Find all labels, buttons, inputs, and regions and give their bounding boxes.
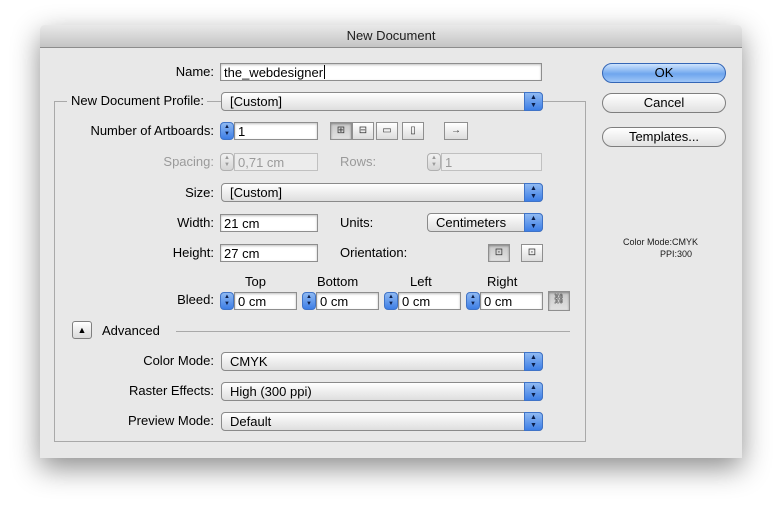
- artboards-label: Number of Artboards:: [90, 123, 214, 138]
- artboards-stepper[interactable]: ▲ ▼: [220, 122, 234, 140]
- width-input[interactable]: 21 cm: [220, 214, 318, 232]
- name-input[interactable]: the_webdesigner: [220, 63, 542, 81]
- preview-mode-select[interactable]: Default ▲ ▼: [221, 412, 543, 431]
- landscape-icon[interactable]: ⊡: [521, 244, 543, 262]
- name-value: the_webdesigner: [224, 65, 324, 80]
- chain-link-icon[interactable]: ⛓: [548, 291, 570, 311]
- text-caret: [324, 65, 326, 79]
- bleed-bottom-label: Bottom: [317, 274, 359, 289]
- color-mode-select[interactable]: CMYK ▲ ▼: [221, 352, 543, 371]
- spacing-stepper: ▲ ▼: [220, 153, 234, 171]
- profile-select[interactable]: [Custom] ▲ ▼: [221, 92, 543, 111]
- info-ppi: PPI:300: [660, 249, 693, 259]
- raster-effects-value: High (300 ppi): [230, 384, 312, 399]
- new-document-dialog: New Document Name: the_webdesigner New D…: [40, 25, 742, 458]
- units-select[interactable]: Centimeters ▲ ▼: [427, 213, 543, 232]
- advanced-label: Advanced: [102, 323, 160, 338]
- bleed-right-input[interactable]: 0 cm: [480, 292, 543, 310]
- updown-arrows-icon: ▲ ▼: [524, 213, 543, 232]
- updown-arrows-icon: ▲ ▼: [524, 92, 543, 111]
- orientation-label: Orientation:: [340, 245, 408, 260]
- size-value: [Custom]: [230, 185, 283, 200]
- color-mode-label: Color Mode:: [143, 353, 214, 368]
- cancel-button[interactable]: Cancel: [602, 93, 726, 113]
- templates-button[interactable]: Templates...: [602, 127, 726, 147]
- advanced-disclosure-icon[interactable]: ▲: [72, 321, 92, 339]
- arrange-by-column-icon[interactable]: ▯: [402, 122, 424, 140]
- bleed-right-label: Right: [487, 274, 518, 289]
- grid-by-row-icon[interactable]: ⊞: [330, 122, 352, 140]
- window-title: New Document: [40, 25, 742, 48]
- updown-arrows-icon: ▲ ▼: [524, 382, 543, 401]
- updown-arrows-icon: ▲ ▼: [524, 352, 543, 371]
- bleed-left-stepper[interactable]: ▲ ▼: [384, 292, 398, 310]
- size-select[interactable]: [Custom] ▲ ▼: [221, 183, 543, 202]
- profile-label: New Document Profile:: [67, 92, 207, 110]
- raster-effects-select[interactable]: High (300 ppi) ▲ ▼: [221, 382, 543, 401]
- preview-mode-value: Default: [230, 414, 272, 429]
- rows-stepper: ▲ ▼: [427, 153, 441, 171]
- bleed-right-stepper[interactable]: ▲ ▼: [466, 292, 480, 310]
- bleed-top-label: Top: [245, 274, 266, 289]
- updown-arrows-icon: ▲ ▼: [524, 183, 543, 202]
- artboards-input[interactable]: 1: [234, 122, 318, 140]
- updown-arrows-icon: ▲ ▼: [524, 412, 543, 431]
- info-color-mode: Color Mode:CMYK: [623, 237, 699, 247]
- preview-mode-label: Preview Mode:: [128, 413, 214, 428]
- units-value: Centimeters: [436, 215, 507, 230]
- profile-value: [Custom]: [230, 94, 283, 109]
- bleed-label: Bleed:: [177, 292, 214, 307]
- size-label: Size:: [185, 185, 214, 200]
- height-label: Height:: [172, 245, 214, 260]
- ok-button[interactable]: OK: [602, 63, 726, 83]
- height-input[interactable]: 27 cm: [220, 244, 318, 262]
- spacing-input: 0,71 cm: [234, 153, 318, 171]
- grid-by-column-icon[interactable]: ⊟: [352, 122, 374, 140]
- arrange-by-row-icon[interactable]: ▭: [376, 122, 398, 140]
- spacing-label: Spacing:: [163, 154, 214, 169]
- right-arrow-icon[interactable]: →: [444, 122, 468, 140]
- portrait-icon[interactable]: ⊡: [488, 244, 510, 262]
- bleed-bottom-stepper[interactable]: ▲ ▼: [302, 292, 316, 310]
- bleed-top-input[interactable]: 0 cm: [234, 292, 297, 310]
- rows-input: 1: [441, 153, 542, 171]
- color-mode-value: CMYK: [230, 354, 268, 369]
- bleed-left-input[interactable]: 0 cm: [398, 292, 461, 310]
- advanced-divider: [176, 331, 570, 332]
- width-label: Width:: [177, 215, 214, 230]
- bleed-top-stepper[interactable]: ▲ ▼: [220, 292, 234, 310]
- units-label: Units:: [340, 215, 374, 230]
- bleed-left-label: Left: [410, 274, 432, 289]
- name-label: Name:: [175, 64, 214, 79]
- raster-effects-label: Raster Effects:: [128, 383, 214, 398]
- bleed-bottom-input[interactable]: 0 cm: [316, 292, 379, 310]
- rows-label: Rows:: [340, 154, 377, 169]
